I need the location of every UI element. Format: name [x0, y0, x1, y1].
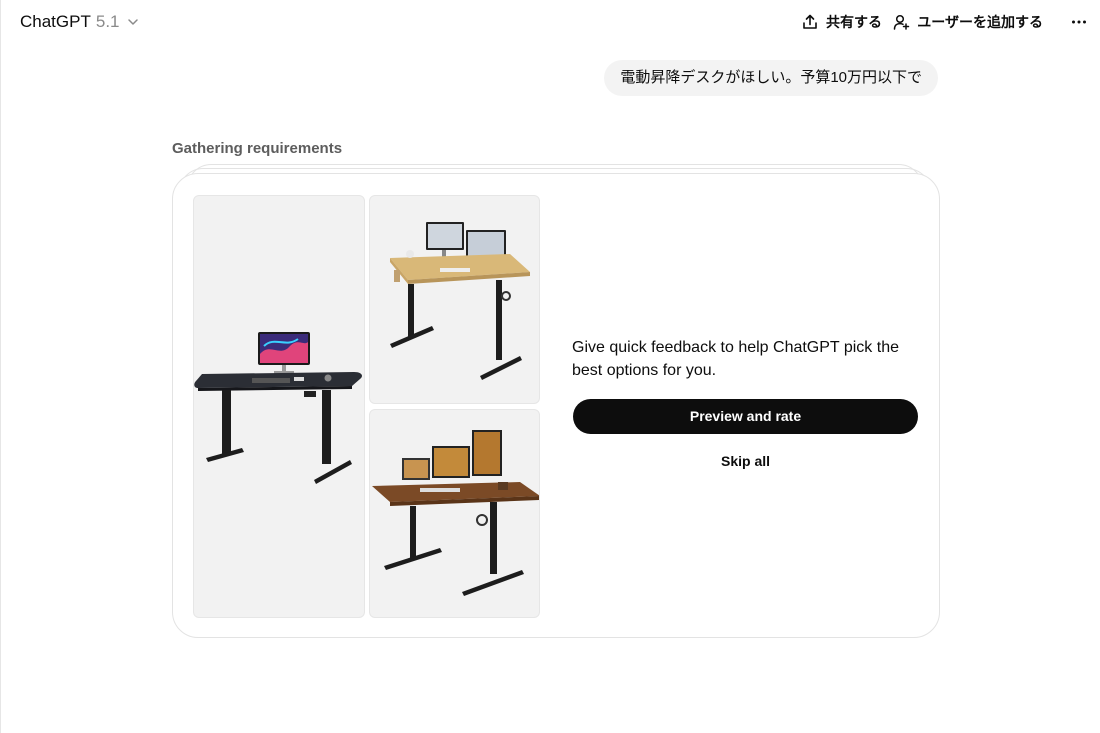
more-icon [1072, 20, 1086, 24]
product-feedback-card: Give quick feedback to help ChatGPT pick… [172, 173, 940, 638]
user-message: 電動昇降デスクがほしい。予算10万円以下で [604, 60, 938, 96]
skip-all-button[interactable]: Skip all [573, 450, 918, 472]
share-button[interactable]: 共有する [801, 10, 882, 34]
more-options-button[interactable] [1069, 13, 1089, 31]
add-user-button[interactable]: ユーザーを追加する [892, 10, 1043, 34]
feedback-prompt: Give quick feedback to help ChatGPT pick… [572, 339, 899, 379]
chatgpt-window: ChatGPT 5.1 共有する ユーザーを追加する 電動昇降デスクがほしい。予… [0, 0, 1100, 733]
walnut-desk-image [372, 430, 539, 596]
share-label: 共有する [826, 14, 882, 30]
add-user-label: ユーザーを追加する [917, 14, 1043, 30]
black-desk-image [194, 332, 362, 484]
product-image-black-desk[interactable] [193, 195, 365, 618]
chevron-down-icon [127, 19, 138, 25]
top-bar: ChatGPT 5.1 共有する ユーザーを追加する [1, 0, 1100, 44]
preview-and-rate-button[interactable]: Preview and rate [573, 399, 918, 434]
product-image-walnut-desk[interactable] [369, 409, 540, 618]
share-icon [803, 14, 817, 29]
add-user-icon [894, 14, 910, 30]
model-version: 5.1 [95, 12, 120, 31]
product-image-light-wood-desk[interactable] [369, 195, 540, 404]
shopping-status-label: Gathering requirements [172, 140, 343, 157]
light-wood-desk-image [390, 222, 530, 380]
model-name: ChatGPT [20, 12, 91, 31]
model-switcher[interactable]: ChatGPT 5.1 [20, 11, 140, 33]
